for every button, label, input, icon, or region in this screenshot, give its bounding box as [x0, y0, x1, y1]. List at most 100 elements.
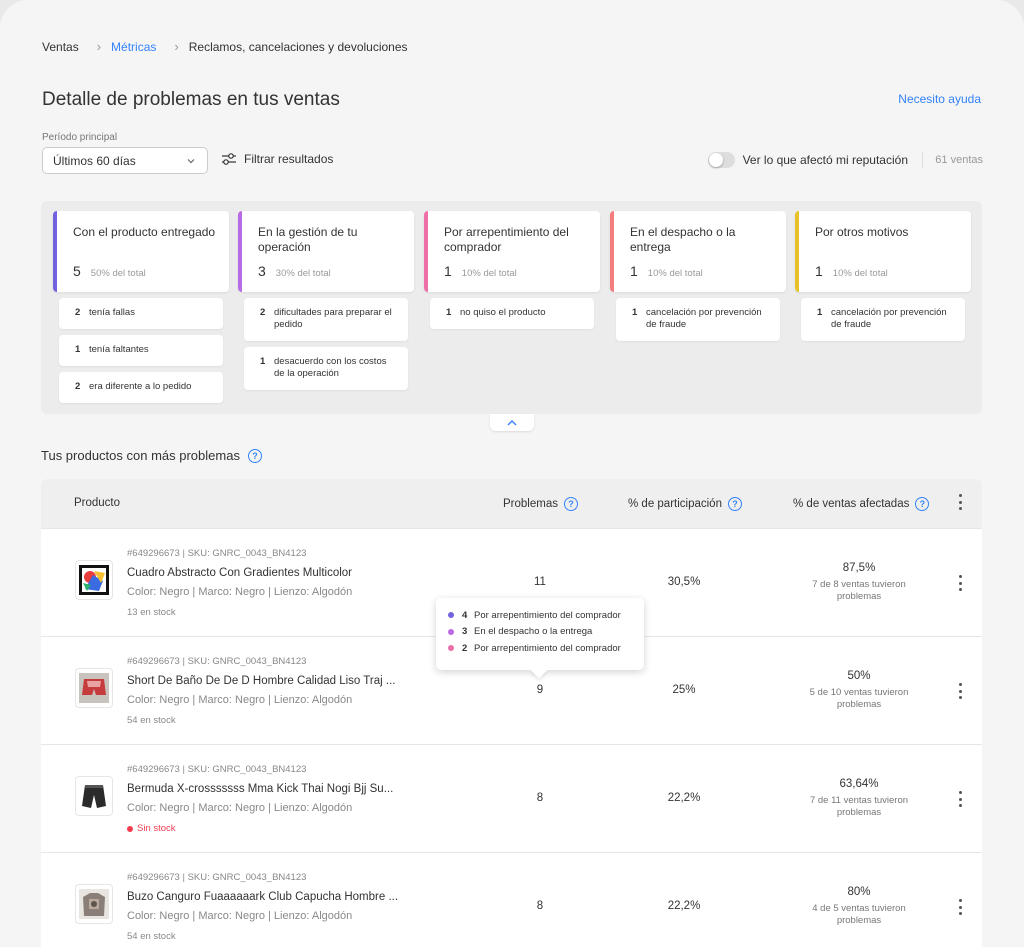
participation-value: 22,2%	[667, 792, 701, 804]
category-pct: 10% del total	[461, 268, 517, 279]
help-icon[interactable]: ?	[563, 497, 578, 511]
product-sku: #649296673 | SKU: GNRC_0043_BN4123	[127, 764, 307, 775]
problems-count[interactable]: 8	[520, 900, 560, 912]
filter-results-label: Filtrar resultados	[244, 152, 334, 166]
more-options-icon[interactable]	[955, 791, 965, 807]
affected-sales: 87,5% 7 de 8 ventas tuvieron problemas	[812, 562, 906, 602]
category-title: En el despacho o la entrega	[630, 225, 736, 254]
category-color-bar	[238, 211, 242, 292]
product-attributes: Color: Negro | Marco: Negro | Lienzo: Al…	[127, 802, 353, 814]
tooltip-item: 3 En el despacho o la entrega	[448, 624, 632, 641]
tooltip-item: 2 Por arrepentimiento del comprador	[448, 640, 632, 657]
header-affected: % de ventas afectadas?	[793, 497, 930, 511]
help-icon[interactable]: ?	[915, 497, 930, 511]
product-name[interactable]: Buzo Canguro Fuaaaaaark Club Capucha Hom…	[127, 891, 398, 903]
category-card[interactable]: Por arrepentimiento del comprador 1 10% d…	[424, 211, 600, 292]
category-color-bar	[795, 211, 799, 292]
affected-sales: 63,64% 7 de 11 ventas tuvieron problemas	[809, 778, 909, 818]
chevron-down-icon	[187, 158, 195, 163]
header-problems: Problemas?	[503, 497, 578, 511]
sliders-icon	[222, 153, 236, 165]
category-title: Con el producto entregado	[73, 225, 216, 239]
category-pct: 10% del total	[647, 268, 703, 279]
more-options-icon[interactable]	[955, 899, 965, 915]
product-name[interactable]: Cuadro Abstracto Con Gradientes Multicol…	[127, 567, 352, 579]
collapse-panel-button[interactable]	[490, 414, 534, 431]
subcategory-item[interactable]: 2 era diferente a lo pedido	[59, 372, 223, 403]
participation-value: 25%	[672, 684, 696, 696]
product-stock: 54 en stock	[127, 715, 176, 726]
category-count: 1	[444, 263, 452, 279]
help-link[interactable]: Necesito ayuda	[898, 92, 981, 106]
category-color-bar	[424, 211, 428, 292]
table-row[interactable]: #649296673 | SKU: GNRC_0043_BN4123 Bermu…	[41, 744, 982, 852]
period-label: Período principal	[42, 132, 118, 143]
reputation-toggle[interactable]	[707, 152, 735, 168]
category-count: 1	[630, 263, 638, 279]
page: Ventas › Métricas › Reclamos, cancelacio…	[0, 0, 1024, 947]
category-card[interactable]: Por otros motivos 1 10% del total	[795, 211, 971, 292]
category-column: En el despacho o la entrega 1 10% del tot…	[610, 211, 786, 341]
product-attributes: Color: Negro | Marco: Negro | Lienzo: Al…	[127, 694, 353, 706]
sales-count: 61 ventas	[935, 154, 983, 166]
problems-tooltip: 4 Por arrepentimiento del comprador 3 En e…	[436, 598, 644, 679]
chevron-right-icon: ›	[96, 39, 102, 54]
product-stock: 54 en stock	[127, 931, 176, 942]
category-card[interactable]: Con el producto entregado 5 50% del total	[53, 211, 229, 292]
more-options-icon[interactable]	[955, 575, 965, 591]
problems-count[interactable]: 9	[520, 684, 560, 696]
tooltip-dot	[448, 612, 454, 619]
participation-value: 30,5%	[667, 576, 701, 588]
filter-results-button[interactable]: Filtrar resultados	[221, 152, 333, 166]
subcategory-item[interactable]: 1 tenía faltantes	[59, 335, 223, 366]
category-pct: 10% del total	[832, 268, 888, 279]
product-image	[75, 560, 113, 600]
subcategory-item[interactable]: 2 dificultades para preparar el pedido	[244, 298, 408, 341]
divider	[922, 152, 923, 168]
period-select-value: Últimos 60 días	[53, 153, 136, 168]
affected-sales: 50% 5 de 10 ventas tuvieron problemas	[809, 670, 909, 710]
product-name[interactable]: Bermuda X-crosssssss Mma Kick Thai Nogi …	[127, 783, 393, 795]
products-table: Producto Problemas? % de participación? …	[41, 479, 982, 947]
table-row[interactable]: #649296673 | SKU: GNRC_0043_BN4123 Buzo …	[41, 852, 982, 947]
affected-sales: 80% 4 de 5 ventas tuvieron problemas	[812, 886, 906, 926]
help-icon[interactable]: ?	[247, 448, 262, 463]
more-options-icon[interactable]	[955, 683, 965, 699]
product-image	[75, 776, 113, 816]
product-sku: #649296673 | SKU: GNRC_0043_BN4123	[127, 656, 307, 667]
breadcrumb-metricas[interactable]: Métricas	[111, 40, 156, 54]
product-sku: #649296673 | SKU: GNRC_0043_BN4123	[127, 872, 307, 883]
category-count: 1	[815, 263, 823, 279]
category-count: 3	[258, 263, 266, 279]
period-select[interactable]: Últimos 60 días	[42, 147, 208, 174]
product-image	[75, 884, 113, 924]
category-color-bar	[610, 211, 614, 292]
subcategory-item[interactable]: 1 cancelación por prevención de fraude	[616, 298, 780, 341]
page-title: Detalle de problemas en tus ventas	[42, 89, 340, 110]
subcategory-item[interactable]: 1 desacuerdo con los costos de la operaci…	[244, 347, 408, 390]
category-pct: 50% del total	[90, 268, 146, 279]
participation-value: 22,2%	[667, 900, 701, 912]
out-of-stock-dot	[127, 825, 133, 832]
category-card[interactable]: En la gestión de tu operación 3 30% del t…	[238, 211, 414, 292]
subcategory-item[interactable]: 1 cancelación por prevención de fraude	[801, 298, 965, 341]
breadcrumb-ventas[interactable]: Ventas	[42, 40, 79, 54]
problems-count[interactable]: 11	[520, 576, 560, 588]
header-product: Producto	[74, 497, 121, 509]
help-icon[interactable]: ?	[727, 497, 742, 511]
category-column: Por arrepentimiento del comprador 1 10% d…	[424, 211, 600, 329]
breadcrumb: Ventas › Métricas › Reclamos, cancelacio…	[42, 39, 408, 54]
product-attributes: Color: Negro | Marco: Negro | Lienzo: Al…	[127, 586, 353, 598]
category-pct: 30% del total	[275, 268, 331, 279]
category-column: Con el producto entregado 5 50% del total…	[53, 211, 229, 403]
problems-count[interactable]: 8	[520, 792, 560, 804]
products-section-title: Tus productos con más problemas ?	[41, 448, 262, 463]
category-color-bar	[53, 211, 57, 292]
more-options-icon[interactable]	[955, 494, 965, 510]
product-name[interactable]: Short De Baño De De D Hombre Calidad Lis…	[127, 675, 395, 687]
subcategory-item[interactable]: 1 no quiso el producto	[430, 298, 594, 329]
category-title: Por otros motivos	[815, 225, 909, 239]
breadcrumb-current: Reclamos, cancelaciones y devoluciones	[188, 39, 408, 54]
category-card[interactable]: En el despacho o la entrega 1 10% del tot…	[610, 211, 786, 292]
subcategory-item[interactable]: 2 tenía fallas	[59, 298, 223, 329]
